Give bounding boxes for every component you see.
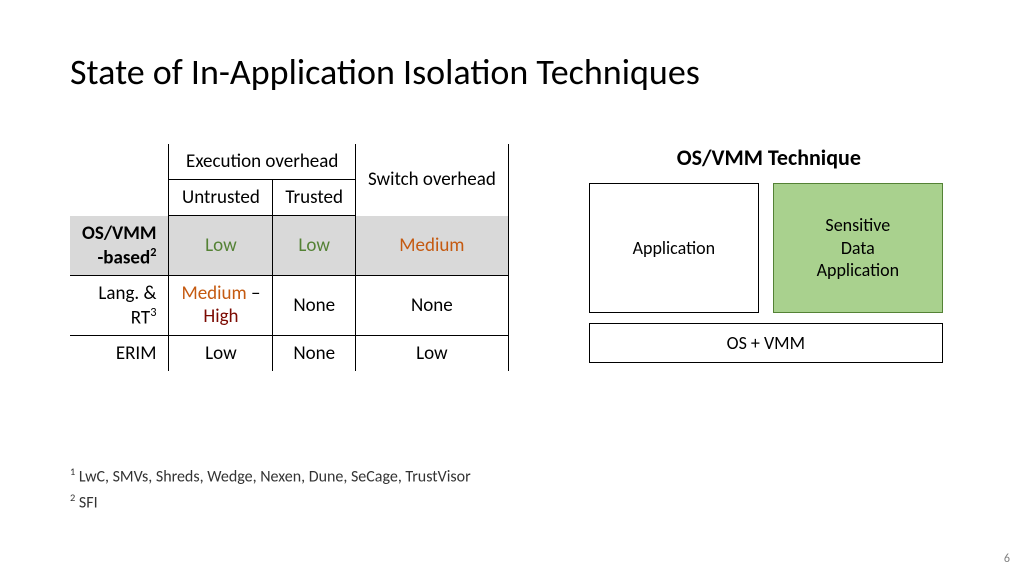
fn2-text: SFI (75, 493, 97, 512)
empty-cell (70, 144, 169, 180)
erim-switch: Low (355, 336, 508, 372)
row-label-langrt: Lang. & RT3 (70, 275, 169, 335)
fn1-text: LwC, SMVs, Shreds, Wedge, Nexen, Dune, S… (75, 468, 470, 487)
table-row-langrt: Lang. & RT3 Medium – High None None (70, 275, 508, 335)
row-label-osvmm: OS/VMM -based2 (70, 216, 169, 276)
comparison-table: Execution overhead Switch overhead Untru… (70, 144, 509, 371)
osvmm-diagram: OS/VMM Technique Application Sensitive D… (589, 144, 949, 363)
box-os-vmm: OS + VMM (589, 323, 943, 363)
langrt-switch: None (355, 275, 508, 335)
diagram-title: OS/VMM Technique (589, 144, 949, 171)
footnotes: 1 LwC, SMVs, Shreds, Wedge, Nexen, Dune,… (70, 465, 471, 516)
langrt-untrusted: Medium – High (169, 275, 273, 335)
langrt-untrusted-p2: High (203, 305, 238, 328)
table-row-erim: ERIM Low None Low (70, 336, 508, 372)
col-untrusted: Untrusted (169, 180, 273, 216)
box-sens-lines: Sensitive Data Application (817, 214, 900, 282)
sens-line2: Data (841, 237, 875, 259)
footnote-1: 1 LwC, SMVs, Shreds, Wedge, Nexen, Dune,… (70, 465, 471, 486)
langrt-untrusted-sep: – (247, 282, 261, 305)
osvmm-label-line2: -based (97, 246, 150, 269)
slide: State of In-Application Isolation Techni… (0, 0, 1024, 576)
diagram-top-row: Application Sensitive Data Application (589, 183, 949, 313)
langrt-untrusted-p1: Medium (181, 282, 246, 305)
osvmm-switch: Medium (355, 216, 508, 276)
erim-trusted: None (273, 336, 356, 372)
row-label-erim: ERIM (70, 336, 169, 372)
page-number: 6 (1004, 552, 1010, 566)
content-area: Execution overhead Switch overhead Untru… (70, 144, 954, 371)
langrt-sup: 3 (150, 305, 156, 320)
box-sensitive-data-application: Sensitive Data Application (773, 183, 943, 313)
erim-untrusted: Low (169, 336, 273, 372)
langrt-label-line1: Lang. & (98, 282, 156, 305)
col-trusted: Trusted (273, 180, 356, 216)
osvmm-sup: 2 (150, 245, 156, 260)
langrt-trusted: None (273, 275, 356, 335)
langrt-label-line2: RT (131, 306, 150, 329)
box-application: Application (589, 183, 759, 313)
footnote-2: 2 SFI (70, 491, 471, 512)
osvmm-label-line1: OS/VMM (82, 222, 156, 245)
empty-cell (70, 180, 169, 216)
col-switch-overhead: Switch overhead (355, 144, 508, 216)
sens-line3: Application (817, 259, 900, 281)
osvmm-untrusted: Low (169, 216, 273, 276)
table-row-osvmm: OS/VMM -based2 Low Low Medium (70, 216, 508, 276)
sens-line1: Sensitive (825, 214, 890, 236)
osvmm-trusted: Low (273, 216, 356, 276)
table-header-row-1: Execution overhead Switch overhead (70, 144, 508, 180)
slide-title: State of In-Application Isolation Techni… (70, 50, 954, 94)
col-execution-overhead: Execution overhead (169, 144, 355, 180)
